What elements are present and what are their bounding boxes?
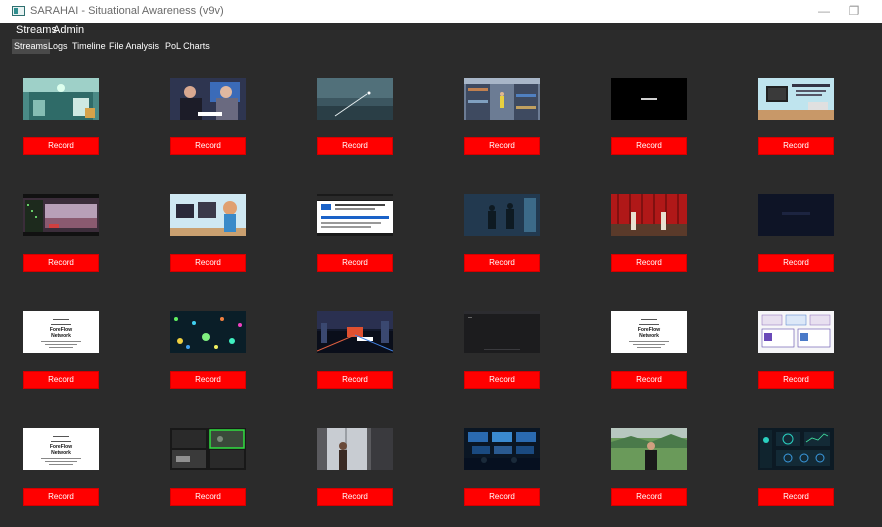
record-button-10[interactable]: Record: [464, 254, 540, 272]
record-button-5[interactable]: Record: [611, 137, 687, 155]
stream-thumbnail-19[interactable]: ForeFlow Network: [23, 428, 99, 470]
record-button-17[interactable]: Record: [611, 371, 687, 389]
stream-thumbnail-14[interactable]: [170, 311, 246, 353]
stream-thumbnail-3[interactable]: [317, 78, 393, 120]
stream-thumbnail-21[interactable]: [317, 428, 393, 470]
stream-thumbnail-6[interactable]: [758, 78, 834, 120]
title-card-line: Network: [639, 333, 659, 339]
record-button-24[interactable]: Record: [758, 488, 834, 506]
stream-thumbnail-2[interactable]: [170, 78, 246, 120]
menu-admin[interactable]: Admin: [53, 24, 84, 36]
stream-thumbnail-18[interactable]: [758, 311, 834, 353]
tab-logs[interactable]: Logs: [46, 39, 70, 54]
record-button-8[interactable]: Record: [170, 254, 246, 272]
record-button-15[interactable]: Record: [317, 371, 393, 389]
record-button-2[interactable]: Record: [170, 137, 246, 155]
record-button-12[interactable]: Record: [758, 254, 834, 272]
record-button-9[interactable]: Record: [317, 254, 393, 272]
title-card-line: Network: [51, 333, 71, 339]
record-button-23[interactable]: Record: [611, 488, 687, 506]
record-button-1[interactable]: Record: [23, 137, 99, 155]
title-card-text: ForeFlow Network: [23, 327, 99, 339]
tab-streams[interactable]: Streams: [12, 39, 50, 54]
title-card-line: Network: [51, 450, 71, 456]
record-button-6[interactable]: Record: [758, 137, 834, 155]
stream-thumbnail-23[interactable]: [611, 428, 687, 470]
tab-file-analysis[interactable]: File Analysis: [107, 39, 161, 54]
stream-thumbnail-4[interactable]: [464, 78, 540, 120]
menu-bar: Streams Admin: [0, 23, 882, 39]
title-card-text: ForeFlow Network: [611, 327, 687, 339]
record-button-19[interactable]: Record: [23, 488, 99, 506]
stream-thumbnail-22[interactable]: [464, 428, 540, 470]
app-icon: [12, 6, 25, 16]
record-button-14[interactable]: Record: [170, 371, 246, 389]
record-button-11[interactable]: Record: [611, 254, 687, 272]
restore-button[interactable]: ❐: [840, 3, 868, 19]
stream-thumbnail-1[interactable]: [23, 78, 99, 120]
tab-timeline[interactable]: Timeline: [70, 39, 108, 54]
tab-pol-charts[interactable]: PoL Charts: [163, 39, 212, 54]
window-title: SARAHAI - Situational Awareness (v9v): [30, 5, 224, 17]
record-button-21[interactable]: Record: [317, 488, 393, 506]
stream-thumbnail-9[interactable]: [317, 194, 393, 236]
record-button-4[interactable]: Record: [464, 137, 540, 155]
record-button-7[interactable]: Record: [23, 254, 99, 272]
title-bar: SARAHAI - Situational Awareness (v9v) — …: [0, 0, 882, 23]
stream-thumbnail-15[interactable]: [317, 311, 393, 353]
record-button-16[interactable]: Record: [464, 371, 540, 389]
menu-streams[interactable]: Streams: [16, 24, 57, 36]
title-card-text: ForeFlow Network: [23, 444, 99, 456]
stream-thumbnail-5[interactable]: [611, 78, 687, 120]
stream-thumbnail-24[interactable]: [758, 428, 834, 470]
stream-thumbnail-11[interactable]: [611, 194, 687, 236]
record-button-20[interactable]: Record: [170, 488, 246, 506]
stream-thumbnail-17[interactable]: ForeFlow Network: [611, 311, 687, 353]
record-button-13[interactable]: Record: [23, 371, 99, 389]
minimize-button[interactable]: —: [810, 3, 838, 19]
stream-thumbnail-13[interactable]: ForeFlow Network: [23, 311, 99, 353]
stream-thumbnail-12[interactable]: [758, 194, 834, 236]
stream-thumbnail-10[interactable]: [464, 194, 540, 236]
record-button-18[interactable]: Record: [758, 371, 834, 389]
stream-thumbnail-20[interactable]: [170, 428, 246, 470]
record-button-3[interactable]: Record: [317, 137, 393, 155]
stream-thumbnail-16[interactable]: [464, 311, 540, 353]
record-button-22[interactable]: Record: [464, 488, 540, 506]
stream-thumbnail-8[interactable]: [170, 194, 246, 236]
stream-thumbnail-7[interactable]: [23, 194, 99, 236]
